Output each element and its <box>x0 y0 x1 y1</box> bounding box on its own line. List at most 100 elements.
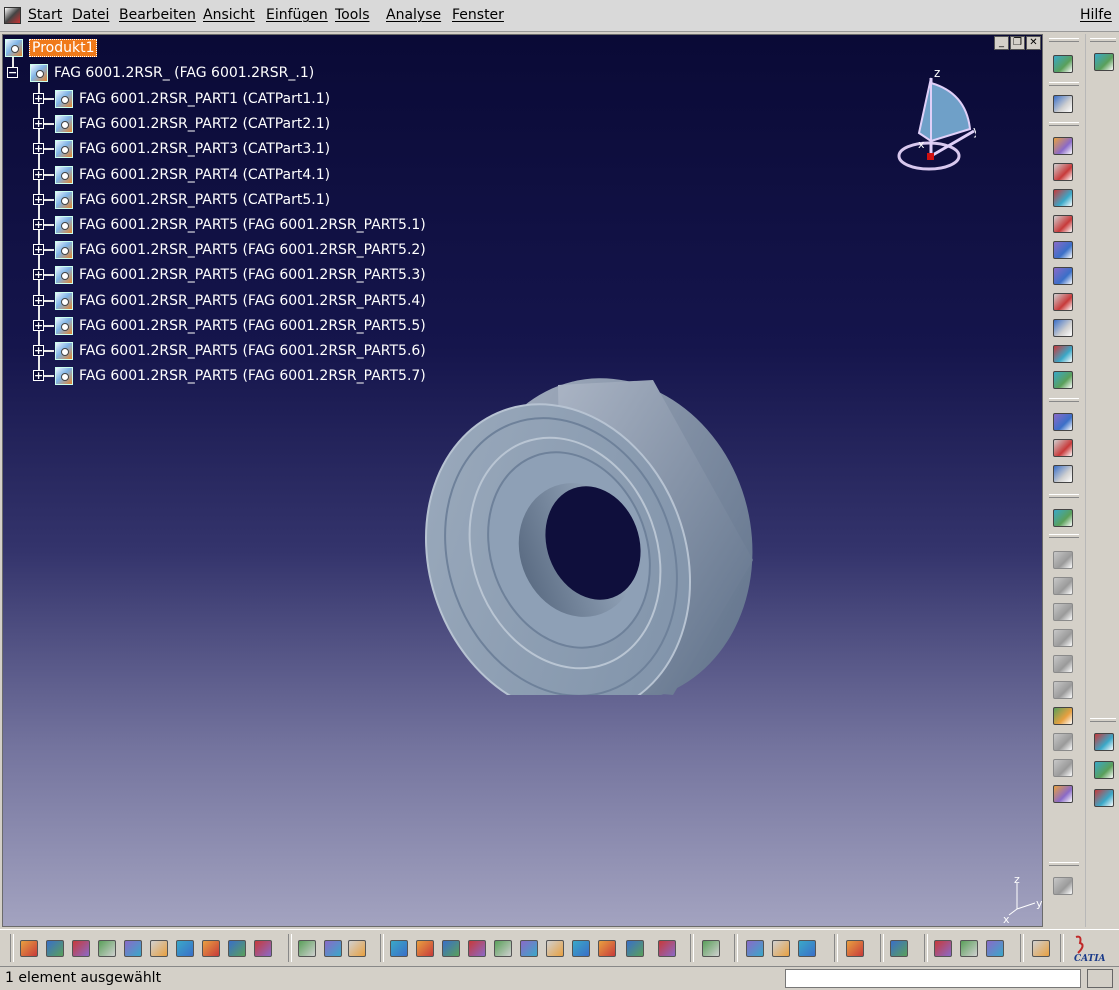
graph-tree-icon[interactable] <box>1050 264 1076 288</box>
tree-root-label[interactable]: Produkt1 <box>29 39 98 57</box>
3d-viewport[interactable]: _ ❐ ✕ Produkt1 − FAG 6001.2RSR_ (FAG 600… <box>2 34 1043 927</box>
expand-toggle[interactable]: + <box>33 93 44 104</box>
restore-button[interactable]: ❐ <box>1010 36 1025 50</box>
tree-part-node[interactable]: FAG 6001.2RSR_PART5 (FAG 6001.2RSR_PART5… <box>55 290 426 312</box>
measure-inertia-icon[interactable] <box>1091 786 1117 810</box>
tree-part-node[interactable]: FAG 6001.2RSR_PART5 (FAG 6001.2RSR_PART5… <box>55 365 426 387</box>
save-icon[interactable] <box>70 937 92 959</box>
tree-part-label[interactable]: FAG 6001.2RSR_PART5 (FAG 6001.2RSR_PART5… <box>79 267 426 283</box>
open-icon[interactable] <box>44 937 66 959</box>
tree-part-node[interactable]: FAG 6001.2RSR_PART5 (FAG 6001.2RSR_PART5… <box>55 214 426 236</box>
close-button[interactable]: ✕ <box>1026 36 1041 50</box>
grid-icon[interactable] <box>1030 937 1052 959</box>
normal-view-icon[interactable] <box>544 937 566 959</box>
swap-space-icon[interactable] <box>656 937 678 959</box>
tree-part-node[interactable]: FAG 6001.2RSR_PART3 (CATPart3.1) <box>55 138 330 160</box>
sketcher-icon[interactable] <box>1050 874 1076 898</box>
tree-part-node[interactable]: FAG 6001.2RSR_PART5 (FAG 6001.2RSR_PART5… <box>55 264 426 286</box>
existing-component-icon[interactable] <box>1050 212 1076 236</box>
expand-toggle[interactable]: + <box>33 345 44 356</box>
tree-part-label[interactable]: FAG 6001.2RSR_PART5 (FAG 6001.2RSR_PART5… <box>79 217 426 233</box>
tree-root-node[interactable]: Produkt1 <box>5 37 98 59</box>
undo-icon[interactable] <box>200 937 222 959</box>
expand-toggle[interactable]: + <box>33 244 44 256</box>
minimize-button[interactable]: _ <box>994 36 1009 50</box>
expand-toggle[interactable]: + <box>33 143 44 155</box>
pan-icon[interactable] <box>440 937 462 959</box>
tree-assembly-node[interactable]: FAG 6001.2RSR_ (FAG 6001.2RSR_.1) <box>30 62 314 84</box>
multi-instantiation-icon[interactable] <box>1050 368 1076 392</box>
select-pointer-icon[interactable] <box>1050 92 1076 116</box>
expand-toggle[interactable]: + <box>33 294 44 306</box>
paste-icon[interactable] <box>174 937 196 959</box>
whats-this-icon[interactable] <box>252 937 274 959</box>
zoom-in-icon[interactable] <box>492 937 514 959</box>
status-panel-button[interactable] <box>1087 969 1113 988</box>
compass-gear-icon[interactable] <box>1091 50 1117 74</box>
manage-representations-icon[interactable] <box>1050 342 1076 366</box>
new-product-icon[interactable] <box>1050 160 1076 184</box>
expand-toggle[interactable]: + <box>33 168 44 180</box>
expand-toggle[interactable]: + <box>33 319 44 331</box>
dimension-icon[interactable] <box>984 937 1006 959</box>
expand-toggle[interactable]: + <box>33 269 44 281</box>
tree-part-label[interactable]: FAG 6001.2RSR_PART5 (FAG 6001.2RSR_PART5… <box>79 242 426 258</box>
tree-part-node[interactable]: FAG 6001.2RSR_PART5 (CATPart5.1) <box>55 189 330 211</box>
snap-icon[interactable] <box>1050 436 1076 460</box>
replace-component-icon[interactable] <box>1050 238 1076 262</box>
tree-part-node[interactable]: FAG 6001.2RSR_PART5 (FAG 6001.2RSR_PART5… <box>55 340 426 362</box>
table-icon[interactable] <box>346 937 368 959</box>
change-constraint-icon[interactable] <box>1050 756 1076 780</box>
explode-icon[interactable] <box>1050 462 1076 486</box>
tree-part-label[interactable]: FAG 6001.2RSR_PART5 (FAG 6001.2RSR_PART5… <box>79 293 426 309</box>
fix-together-icon[interactable] <box>1050 678 1076 702</box>
new-component-icon[interactable] <box>1050 134 1076 158</box>
contact-icon[interactable] <box>1050 574 1076 598</box>
cut-icon[interactable] <box>122 937 144 959</box>
rotate-icon[interactable] <box>466 937 488 959</box>
compass-widget[interactable]: z y x <box>896 63 976 183</box>
menu-ansicht[interactable]: Ansicht <box>203 7 255 23</box>
tree-part-label[interactable]: FAG 6001.2RSR_PART5 (FAG 6001.2RSR_PART5… <box>79 318 426 334</box>
scene-icon[interactable] <box>1050 506 1076 530</box>
manipulate-icon[interactable] <box>1050 410 1076 434</box>
menu-einfuegen[interactable]: Einfügen <box>266 7 328 23</box>
update-icon[interactable] <box>700 937 722 959</box>
menu-hilfe[interactable]: Hilfe <box>1080 7 1112 23</box>
tree-part-label[interactable]: FAG 6001.2RSR_PART4 (CATPart4.1) <box>79 167 330 183</box>
insert-product-icon[interactable] <box>770 937 792 959</box>
select-arrow-icon[interactable] <box>1050 52 1076 76</box>
print-icon[interactable] <box>96 937 118 959</box>
offset-icon[interactable] <box>1050 600 1076 624</box>
selective-load-icon[interactable] <box>1050 316 1076 340</box>
copy-icon[interactable] <box>148 937 170 959</box>
tree-part-node[interactable]: FAG 6001.2RSR_PART5 (FAG 6001.2RSR_PART5… <box>55 239 426 261</box>
menu-tools[interactable]: Tools <box>335 7 370 23</box>
menu-start[interactable]: Start <box>28 7 62 23</box>
tree-part-label[interactable]: FAG 6001.2RSR_PART2 (CATPart2.1) <box>79 116 330 132</box>
fly-icon[interactable] <box>388 937 410 959</box>
tree-assembly-label[interactable]: FAG 6001.2RSR_ (FAG 6001.2RSR_.1) <box>54 65 314 81</box>
tree-part-node[interactable]: FAG 6001.2RSR_PART5 (FAG 6001.2RSR_PART5… <box>55 315 426 337</box>
command-input[interactable] <box>785 969 1081 988</box>
generate-numbering-icon[interactable] <box>1050 290 1076 314</box>
tree-part-label[interactable]: FAG 6001.2RSR_PART3 (CATPart3.1) <box>79 141 330 157</box>
bearing-3d-model[interactable] <box>423 355 763 695</box>
collapse-toggle[interactable]: − <box>7 67 18 78</box>
new-icon[interactable] <box>18 937 40 959</box>
render-style-icon[interactable] <box>596 937 618 959</box>
cycle-icon[interactable] <box>844 937 866 959</box>
measure-item-icon[interactable] <box>1091 758 1117 782</box>
menu-analyse[interactable]: Analyse <box>386 7 441 23</box>
expand-toggle[interactable]: + <box>33 193 44 205</box>
component-icon[interactable] <box>796 937 818 959</box>
angle-icon[interactable] <box>1050 626 1076 650</box>
menu-datei[interactable]: Datei <box>72 7 109 23</box>
tree-part-node[interactable]: FAG 6001.2RSR_PART4 (CATPart4.1) <box>55 164 330 186</box>
plane-icon[interactable] <box>888 937 910 959</box>
fix-icon[interactable] <box>1050 652 1076 676</box>
menu-fenster[interactable]: Fenster <box>452 7 504 23</box>
tree-part-node[interactable]: FAG 6001.2RSR_PART2 (CATPart2.1) <box>55 113 330 135</box>
measure-between-icon[interactable] <box>1091 730 1117 754</box>
catalog-icon[interactable] <box>932 937 954 959</box>
